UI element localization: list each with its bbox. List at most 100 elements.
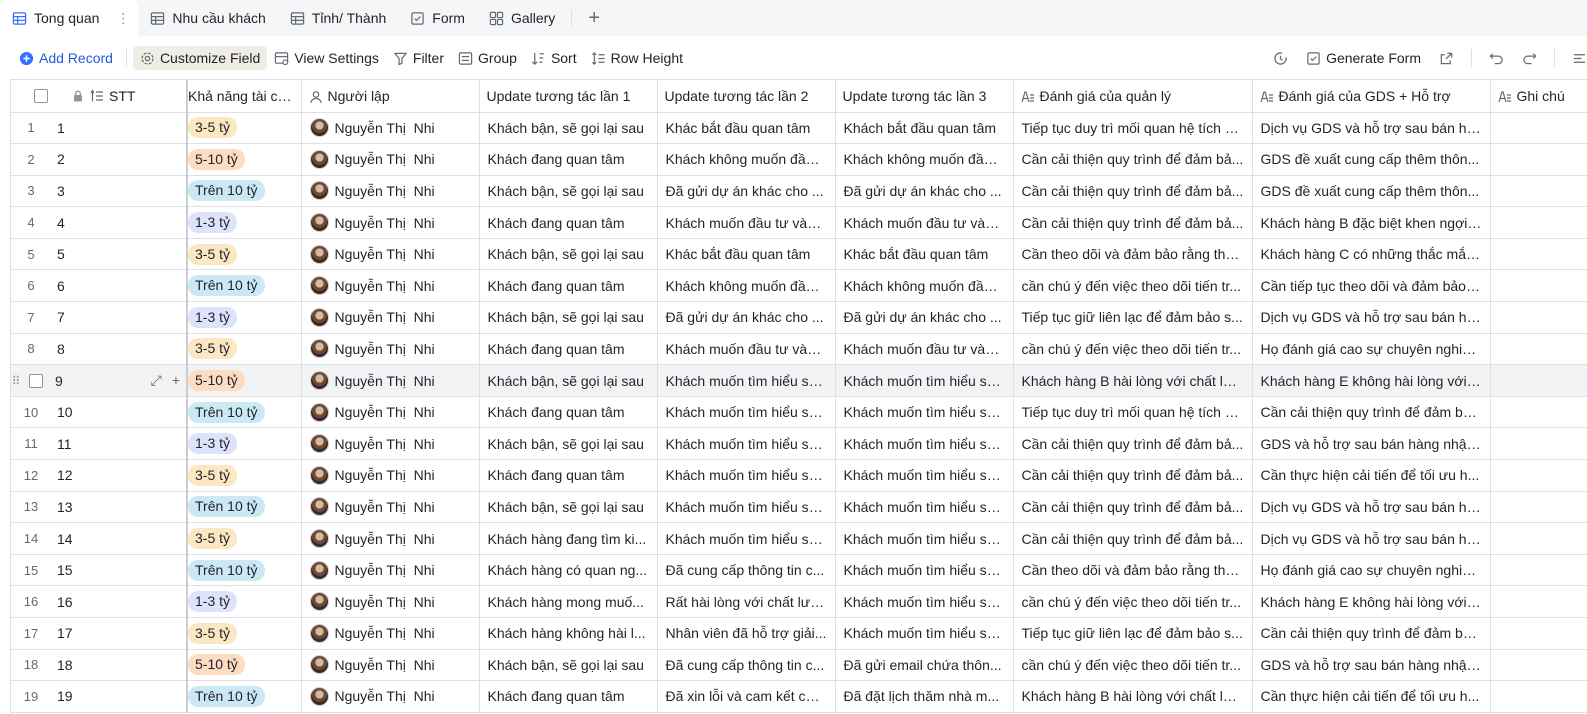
danh-gia-quan-ly-cell[interactable]: Tiếp tục duy trì mối quan hệ tích c... [1013, 396, 1253, 429]
stt-cell[interactable]: 11 11 [11, 427, 188, 461]
nguoi-lap-cell[interactable]: Nguyễn Thị Nhi [301, 554, 480, 587]
danh-gia-gds-cell[interactable]: Khách hàng B đặc biệt khen ngợi ... [1252, 206, 1491, 239]
danh-gia-quan-ly-cell[interactable]: Cần cải thiện quy trình để đảm bả... [1013, 491, 1253, 524]
danh-gia-gds-cell[interactable]: GDS đề xuất cung cấp thêm thôn... [1252, 143, 1491, 176]
update-3-cell[interactable]: Đã gửi dự án khác cho ... [835, 175, 1014, 208]
danh-gia-quan-ly-cell[interactable]: Tiếp tục giữ liên lạc để đảm bảo s... [1013, 301, 1253, 334]
danh-gia-quan-ly-cell[interactable]: Cần cải thiện quy trình để đảm bả... [1013, 206, 1253, 239]
ghi-chu-cell[interactable] [1490, 206, 1587, 239]
update-1-cell[interactable]: Khách bận, sẽ gọi lại sau [479, 112, 658, 145]
nguoi-lap-cell[interactable]: Nguyễn Thị Nhi [301, 175, 480, 208]
stt-cell[interactable]: 13 13 [11, 491, 188, 524]
danh-gia-gds-cell[interactable]: Cần thực hiện cải tiến để tối ưu h... [1252, 680, 1491, 713]
update-3-cell[interactable]: Khách không muốn đầu ... [835, 143, 1014, 176]
tab-more-icon[interactable]: ⋮ [116, 10, 130, 27]
add-view-icon[interactable]: + [576, 0, 612, 36]
filter-button[interactable]: Filter [386, 46, 451, 70]
danh-gia-quan-ly-cell[interactable]: Tiếp tục giữ liên lạc để đảm bảo s... [1013, 617, 1253, 650]
danh-gia-quan-ly-cell[interactable]: Cần cải thiện quy trình để đảm bả... [1013, 175, 1253, 208]
update-2-cell[interactable]: Đã gửi dự án khác cho ... [657, 175, 836, 208]
table-row[interactable]: 6 6 Trên 10 tỷ Nguyễn Thị Nhi Khách đang… [11, 269, 1587, 303]
ghi-chu-cell[interactable] [1490, 238, 1587, 271]
header-nguoi-lap[interactable]: Người lập [301, 80, 480, 113]
nguoi-lap-cell[interactable]: Nguyễn Thị Nhi [301, 617, 480, 650]
update-2-cell[interactable]: Khách muốn đầu tư vào... [657, 206, 836, 239]
ghi-chu-cell[interactable] [1490, 491, 1587, 524]
more-options-button[interactable] [1565, 47, 1587, 70]
nguoi-lap-cell[interactable]: Nguyễn Thị Nhi [301, 459, 480, 492]
update-1-cell[interactable]: Khách đang quan tâm [479, 396, 658, 429]
stt-cell[interactable]: 14 14 [11, 522, 188, 555]
danh-gia-gds-cell[interactable]: Dịch vụ GDS và hỗ trợ sau bán hà... [1252, 112, 1491, 145]
update-2-cell[interactable]: Nhân viên đã hỗ trợ giải... [657, 617, 836, 650]
update-1-cell[interactable]: Khách bận, sẽ gọi lại sau [479, 427, 658, 461]
table-row[interactable]: 1 1 3-5 tỷ Nguyễn Thị Nhi Khách bận, sẽ … [11, 112, 1587, 145]
update-2-cell[interactable]: Khác bắt đầu quan tâm [657, 112, 836, 145]
header-danh-gia-quan-ly[interactable]: Đánh giá của quản lý [1013, 80, 1253, 113]
update-3-cell[interactable]: Khách muốn tìm hiểu sâ... [835, 554, 1014, 587]
add-icon[interactable]: + [172, 372, 180, 389]
update-1-cell[interactable]: Khách đang quan tâm [479, 459, 658, 492]
danh-gia-quan-ly-cell[interactable]: cần chú ý đến việc theo dõi tiến tr... [1013, 585, 1253, 618]
header-stt[interactable]: STT [11, 80, 188, 113]
ghi-chu-cell[interactable] [1490, 396, 1587, 429]
table-row[interactable]: 12 12 3-5 tỷ Nguyễn Thị Nhi Khách đang q… [11, 459, 1587, 492]
header-update-3[interactable]: Update tương tác lần 3 [835, 80, 1014, 113]
danh-gia-gds-cell[interactable]: Dịch vụ GDS và hỗ trợ sau bán hà... [1252, 522, 1491, 555]
stt-cell[interactable]: 17 17 [11, 617, 188, 650]
table-row[interactable]: 4 4 1-3 tỷ Nguyễn Thị Nhi Khách đang qua… [11, 206, 1587, 239]
danh-gia-gds-cell[interactable]: Dịch vụ GDS và hỗ trợ sau bán hà... [1252, 301, 1491, 334]
kha-nang-cell[interactable]: 3-5 tỷ [187, 112, 302, 145]
update-3-cell[interactable]: Khách muốn tìm hiểu sâ... [835, 396, 1014, 429]
nguoi-lap-cell[interactable]: Nguyễn Thị Nhi [301, 238, 480, 271]
row-checkbox[interactable] [29, 373, 43, 388]
expand-icon[interactable]: ⤢ [151, 372, 162, 389]
update-1-cell[interactable]: Khách đang quan tâm [479, 680, 658, 713]
danh-gia-gds-cell[interactable]: GDS đề xuất cung cấp thêm thôn... [1252, 175, 1491, 208]
update-3-cell[interactable]: Khách muốn tìm hiểu sâ... [835, 364, 1014, 397]
kha-nang-cell[interactable]: 1-3 tỷ [187, 301, 302, 334]
history-button[interactable] [1266, 47, 1295, 70]
tab-gallery[interactable]: Gallery [477, 0, 567, 36]
kha-nang-cell[interactable]: 5-10 tỷ [187, 649, 302, 682]
kha-nang-cell[interactable]: 3-5 tỷ [187, 459, 302, 492]
tab-nhu-c-u-kh-ch[interactable]: Nhu cầu khách [138, 0, 277, 36]
nguoi-lap-cell[interactable]: Nguyễn Thị Nhi [301, 396, 480, 429]
stt-cell[interactable]: 4 4 [11, 206, 188, 239]
redo-button[interactable] [1515, 47, 1544, 70]
kha-nang-cell[interactable]: Trên 10 tỷ [187, 554, 302, 587]
update-2-cell[interactable]: Khách muốn tìm hiểu sâ... [657, 396, 836, 429]
stt-cell[interactable]: 15 15 [11, 554, 188, 587]
header-update-2[interactable]: Update tương tác lần 2 [657, 80, 836, 113]
stt-cell[interactable]: 10 10 [11, 396, 188, 429]
table-row[interactable]: 13 13 Trên 10 tỷ Nguyễn Thị Nhi Khách bậ… [11, 491, 1587, 524]
tab-t-nh-th-nh[interactable]: Tỉnh/ Thành [278, 0, 398, 36]
update-1-cell[interactable]: Khách đang quan tâm [479, 206, 658, 239]
table-row[interactable]: 17 17 3-5 tỷ Nguyễn Thị Nhi Khách hàng k… [11, 617, 1587, 650]
update-2-cell[interactable]: Đã xin lỗi và cam kết cải... [657, 680, 836, 713]
nguoi-lap-cell[interactable]: Nguyễn Thị Nhi [301, 364, 480, 397]
update-2-cell[interactable]: Khách không muốn đầu ... [657, 143, 836, 176]
danh-gia-quan-ly-cell[interactable]: Cần cải thiện quy trình để đảm bả... [1013, 522, 1253, 555]
table-row[interactable]: 8 8 3-5 tỷ Nguyễn Thị Nhi Khách đang qua… [11, 333, 1587, 366]
row-height-button[interactable]: Row Height [584, 46, 690, 70]
view-settings-button[interactable]: View Settings [267, 46, 386, 70]
update-2-cell[interactable]: Đã cung cấp thông tin c... [657, 649, 836, 682]
danh-gia-quan-ly-cell[interactable]: cần chú ý đến việc theo dõi tiến tr... [1013, 649, 1253, 682]
danh-gia-gds-cell[interactable]: Khách hàng E không hài lòng với t... [1252, 585, 1491, 618]
kha-nang-cell[interactable]: Trên 10 tỷ [187, 680, 302, 713]
undo-button[interactable] [1482, 47, 1511, 70]
table-row[interactable]: 18 18 5-10 tỷ Nguyễn Thị Nhi Khách bận, … [11, 649, 1587, 682]
table-row[interactable]: 2 2 5-10 tỷ Nguyễn Thị Nhi Khách đang qu… [11, 143, 1587, 176]
danh-gia-gds-cell[interactable]: Họ đánh giá cao sự chuyên nghiệ... [1252, 333, 1491, 366]
update-1-cell[interactable]: Khách bận, sẽ gọi lại sau [479, 649, 658, 682]
stt-cell[interactable]: 5 5 [11, 238, 188, 271]
header-update-1[interactable]: Update tương tác lần 1 [479, 80, 658, 113]
nguoi-lap-cell[interactable]: Nguyễn Thị Nhi [301, 206, 480, 239]
update-1-cell[interactable]: Khách đang quan tâm [479, 143, 658, 176]
update-3-cell[interactable]: Khách muốn tìm hiểu sâ... [835, 427, 1014, 461]
stt-cell[interactable]: 2 2 [11, 143, 188, 176]
kha-nang-cell[interactable]: 5-10 tỷ [187, 143, 302, 176]
ghi-chu-cell[interactable] [1490, 617, 1587, 650]
table-row[interactable]: 7 7 1-3 tỷ Nguyễn Thị Nhi Khách bận, sẽ … [11, 301, 1587, 334]
